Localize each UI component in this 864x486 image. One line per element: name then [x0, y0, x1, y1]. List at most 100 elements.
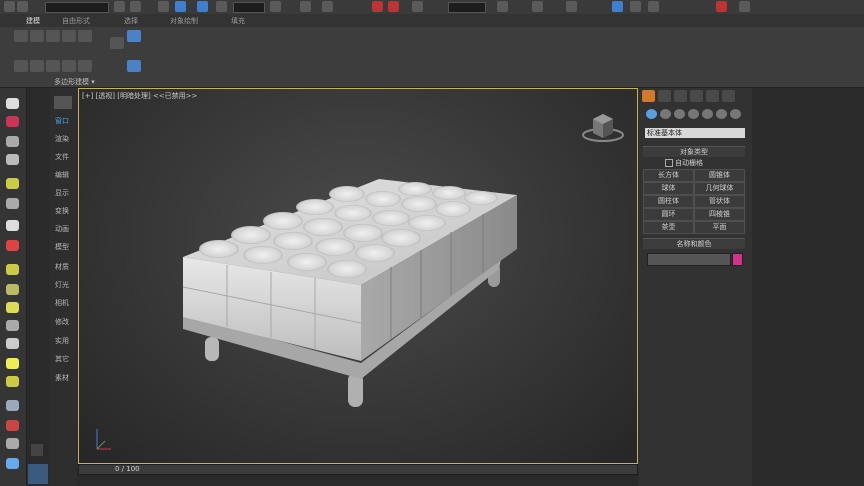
tab-freeform[interactable]: 自由形式 [62, 16, 90, 26]
tab-object-paint[interactable]: 对象绘制 [170, 16, 198, 26]
menu-item-other[interactable]: 其它 [55, 354, 69, 364]
object-name-field[interactable] [647, 253, 731, 266]
ball-icon[interactable] [6, 376, 19, 387]
window-crossing-icon[interactable] [175, 1, 186, 12]
ottoman-model[interactable] [79, 89, 637, 463]
display-tab-icon[interactable] [706, 90, 719, 102]
menu-item-file[interactable]: 文件 [55, 152, 69, 162]
sphere-button[interactable]: 球体 [643, 182, 694, 195]
plane-button[interactable]: 平面 [694, 221, 745, 234]
poly-tool-2[interactable] [30, 30, 44, 42]
menu-item-animation[interactable]: 动画 [55, 224, 69, 234]
move-icon[interactable] [197, 1, 208, 12]
capsule-icon[interactable] [6, 420, 19, 431]
menu-item-utilities[interactable]: 实用 [55, 336, 69, 346]
display-icon[interactable] [6, 116, 19, 127]
sphere-icon[interactable] [6, 284, 19, 295]
rect-select-icon[interactable] [158, 1, 169, 12]
quick-render-icon[interactable] [716, 1, 727, 12]
menu-item-transform[interactable]: 变换 [55, 206, 69, 216]
expand-arrow-icon[interactable] [31, 444, 43, 456]
align-icon[interactable] [388, 1, 399, 12]
create-tab-icon[interactable] [642, 90, 655, 102]
active-slot-icon[interactable] [28, 464, 48, 484]
table-icon[interactable] [6, 154, 19, 165]
time-slider[interactable]: 0 / 100 [78, 464, 638, 475]
select-by-name-icon[interactable] [130, 1, 141, 12]
polygon-icon[interactable] [62, 60, 76, 72]
tab-selection[interactable]: 选择 [124, 16, 138, 26]
list-icon[interactable] [6, 136, 19, 147]
coord-system-dropdown[interactable] [233, 2, 265, 13]
box-icon[interactable] [6, 264, 19, 275]
material-editor-icon[interactable] [566, 1, 577, 12]
cylinder-button[interactable]: 圆柱体 [643, 195, 694, 208]
sound-icon[interactable] [6, 220, 19, 231]
poly-tool-3[interactable] [46, 30, 60, 42]
torus-button[interactable]: 圆环 [643, 208, 694, 221]
menu-item-material[interactable]: 材质 [55, 262, 69, 272]
geosphere-button[interactable]: 几何球体 [694, 182, 745, 195]
select-icon[interactable] [114, 1, 125, 12]
cone-button[interactable]: 圆锥体 [694, 169, 745, 182]
pivot-icon[interactable] [270, 1, 281, 12]
ribbon-side-icon-1[interactable] [110, 37, 124, 49]
eye-icon[interactable] [6, 98, 19, 109]
ribbon-side-icon-2[interactable] [127, 30, 141, 42]
systems-icon[interactable] [730, 109, 741, 119]
utilities-tab-icon[interactable] [722, 90, 735, 102]
grid-icon[interactable] [6, 400, 19, 411]
menu-item-display[interactable]: 显示 [55, 188, 69, 198]
selection-set-field[interactable] [45, 2, 109, 13]
tab-populate[interactable]: 填充 [231, 16, 245, 26]
polygon-modeling-label[interactable]: 多边形建模 ▾ [54, 77, 95, 87]
geometry-icon[interactable] [646, 109, 657, 119]
cameras-icon[interactable] [688, 109, 699, 119]
render-setup-icon[interactable] [612, 1, 623, 12]
menu-item-modify[interactable]: 修改 [55, 317, 69, 327]
select-manipulate-icon[interactable] [300, 1, 311, 12]
undo-icon[interactable] [4, 1, 15, 12]
spacewarps-icon[interactable] [716, 109, 727, 119]
mirror-icon[interactable] [372, 1, 383, 12]
menu-item-window[interactable]: 窗口 [55, 116, 69, 126]
redo-icon[interactable] [17, 1, 28, 12]
vertex-icon[interactable] [14, 60, 28, 72]
named-selection-field[interactable] [448, 2, 486, 13]
motion-tab-icon[interactable] [690, 90, 703, 102]
schematic-icon[interactable] [532, 1, 543, 12]
autogrid-checkbox[interactable] [665, 159, 673, 167]
poly-tool-1[interactable] [14, 30, 28, 42]
sun-icon[interactable] [6, 358, 19, 369]
teapot-button[interactable]: 茶壶 [643, 221, 694, 234]
menu-item-model[interactable]: 模型 [55, 242, 69, 252]
camera-icon[interactable] [6, 198, 19, 209]
shapes-icon[interactable] [660, 109, 671, 119]
render-frame-icon[interactable] [630, 1, 641, 12]
globe-icon[interactable] [6, 458, 19, 469]
gamepad-icon[interactable] [6, 438, 19, 449]
ribbon-side-icon-3[interactable] [127, 60, 141, 72]
particles-icon[interactable] [6, 240, 19, 251]
name-color-header[interactable]: 名称和颜色 [643, 238, 745, 249]
edge-icon[interactable] [30, 60, 44, 72]
menu-item-lights[interactable]: 灯光 [55, 280, 69, 290]
render-icon[interactable] [648, 1, 659, 12]
menu-item-assets[interactable]: 素材 [55, 373, 69, 383]
poly-tool-4[interactable] [62, 30, 76, 42]
torus-icon[interactable] [6, 302, 19, 313]
rotate-icon[interactable] [216, 1, 227, 12]
layer-icon[interactable] [412, 1, 423, 12]
modify-tab-icon[interactable] [658, 90, 671, 102]
tube-button[interactable]: 管状体 [694, 195, 745, 208]
primitive-type-dropdown[interactable]: 标准基本体 [645, 128, 745, 138]
object-type-header[interactable]: 对象类型 [643, 146, 745, 157]
tab-modeling[interactable]: 建模 [26, 16, 40, 26]
cone-icon[interactable] [6, 338, 19, 349]
helpers-icon[interactable] [702, 109, 713, 119]
pyramid-button[interactable]: 四棱锥 [694, 208, 745, 221]
teapot-icon[interactable] [6, 320, 19, 331]
menu-item-camera[interactable]: 相机 [55, 298, 69, 308]
graph-editor-icon[interactable] [497, 1, 508, 12]
poly-tool-5[interactable] [78, 30, 92, 42]
